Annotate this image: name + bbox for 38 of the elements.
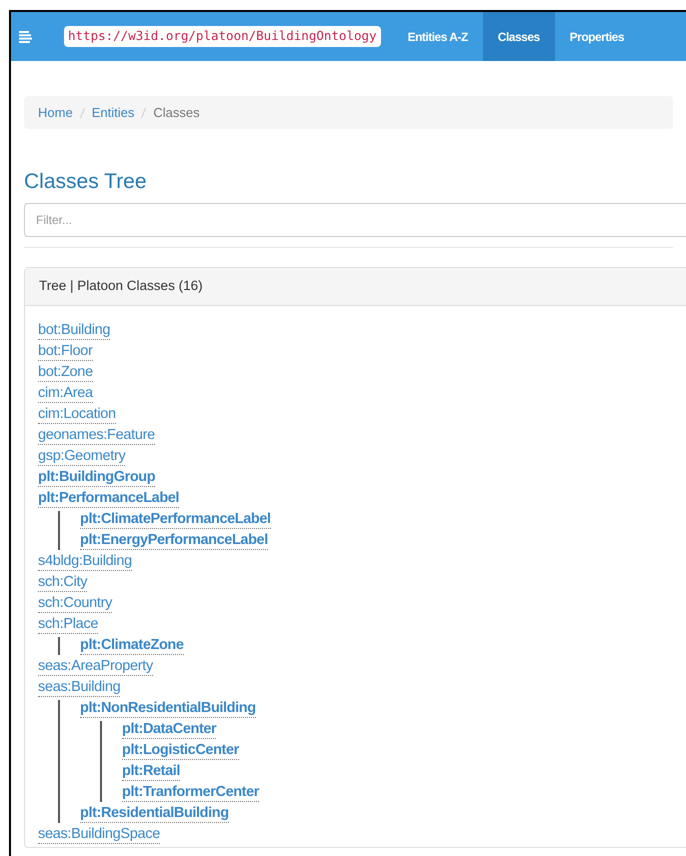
menu-icon[interactable] bbox=[19, 30, 32, 42]
class-link[interactable]: seas:Building bbox=[38, 679, 120, 697]
class-link[interactable]: plt:ResidentialBuilding bbox=[80, 805, 229, 823]
class-link[interactable]: seas:BuildingSpace bbox=[38, 826, 160, 844]
class-link[interactable]: bot:Floor bbox=[38, 343, 93, 361]
class-link[interactable]: plt:TranformerCenter bbox=[122, 784, 260, 802]
class-link[interactable]: plt:DataCenter bbox=[122, 721, 216, 739]
class-link[interactable]: plt:ClimatePerformanceLabel bbox=[80, 511, 271, 529]
class-link[interactable]: sch:Place bbox=[38, 616, 98, 634]
class-link[interactable]: bot:Building bbox=[38, 322, 110, 340]
class-link[interactable]: plt:PerformanceLabel bbox=[38, 490, 180, 508]
class-link[interactable]: cim:Location bbox=[38, 406, 116, 424]
breadcrumb-link[interactable]: Home bbox=[38, 102, 73, 122]
class-link[interactable]: plt:EnergyPerformanceLabel bbox=[80, 532, 268, 550]
url-label: https://w3id.org/platoon/BuildingOntology bbox=[64, 26, 381, 47]
class-link[interactable]: plt:Retail bbox=[122, 763, 180, 781]
nav-link[interactable]: Entities A-Z bbox=[392, 12, 483, 61]
class-link[interactable]: cim:Area bbox=[38, 385, 93, 403]
breadcrumb-link[interactable]: Entities bbox=[92, 102, 134, 122]
nav-link[interactable]: Properties bbox=[554, 12, 640, 61]
class-link[interactable]: geonames:Feature bbox=[38, 427, 155, 445]
class-link[interactable]: s4bldg:Building bbox=[38, 553, 132, 571]
class-link[interactable]: plt:BuildingGroup bbox=[38, 469, 156, 487]
filter-field[interactable]: Filter... bbox=[24, 203, 686, 237]
class-link[interactable]: sch:City bbox=[38, 574, 88, 592]
class-link[interactable]: plt:NonResidentialBuilding bbox=[80, 700, 256, 718]
page-heading: Classes Tree bbox=[24, 169, 148, 195]
separator-icon bbox=[141, 108, 146, 118]
nav-link[interactable]: Classes bbox=[482, 12, 555, 61]
separator-icon bbox=[80, 108, 85, 118]
class-link[interactable]: sch:Country bbox=[38, 595, 112, 613]
class-link[interactable]: bot:Zone bbox=[38, 364, 93, 382]
class-link[interactable]: gsp:Geometry bbox=[38, 448, 126, 466]
breadcrumb-current: Classes bbox=[153, 104, 200, 122]
class-link[interactable]: plt:LogisticCenter bbox=[122, 742, 239, 760]
class-link[interactable]: plt:ClimateZone bbox=[80, 637, 184, 655]
panel-title: Tree | Platoon Classes (16) bbox=[39, 277, 203, 296]
class-link[interactable]: seas:AreaProperty bbox=[38, 658, 153, 676]
